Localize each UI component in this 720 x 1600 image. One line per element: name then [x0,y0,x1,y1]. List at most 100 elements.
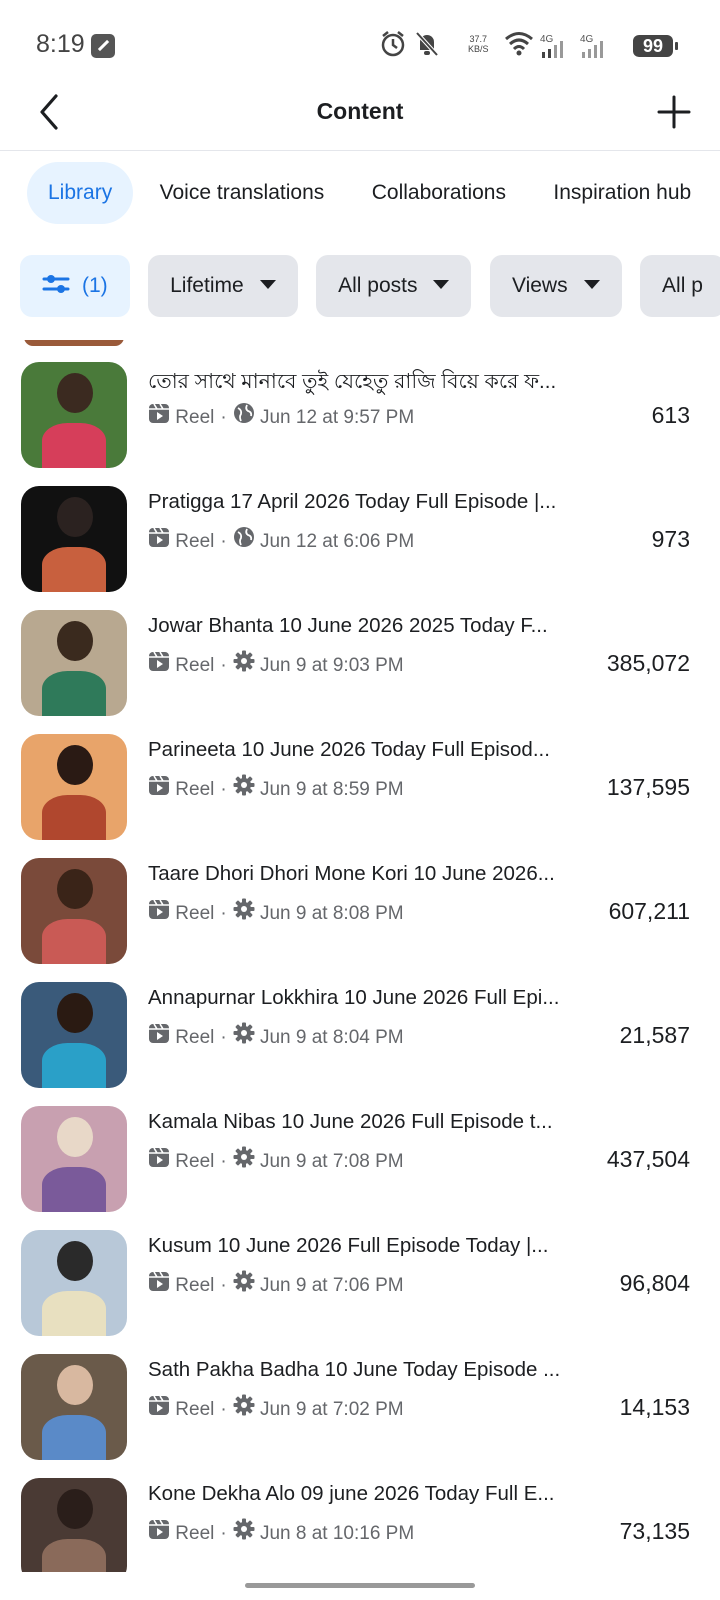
thumbnail-figure [57,1240,94,1281]
thumbnail-figure [42,795,106,840]
list-item[interactable]: Kusum 10 June 2026 Full Episode Today |.… [0,1230,720,1340]
thumbnail-figure [57,496,94,537]
thumbnail-figure [42,1291,106,1336]
post-thumbnail[interactable] [21,734,127,840]
list-item[interactable]: Taare Dhori Dhori Mone Kori 10 June 2026… [0,858,720,968]
post-thumbnail[interactable] [21,362,127,468]
post-date: Jun 12 at 6:06 PM [259,531,415,553]
tab-inspiration-hub[interactable]: Inspiration hub [532,162,712,224]
separator-dot: · [220,1523,227,1545]
post-title: তোর সাথে মানাবে তুই যেহেতু রাজি বিয়ে কর… [148,370,557,393]
date-range-label: Lifetime [170,274,244,297]
post-title: Pratigga 17 April 2026 Today Full Episod… [148,490,557,513]
reel-icon [148,1518,170,1546]
reel-icon [148,526,170,554]
thumbnail-figure [42,1043,106,1088]
sliders-icon [42,275,70,294]
tab-voice-translations[interactable]: Voice translations [139,162,346,224]
caret-down-icon [583,279,600,289]
post-type: Reel [175,407,215,429]
thumbnail-figure [57,620,94,661]
post-thumbnail[interactable] [21,1478,127,1572]
status-time: 8:19 [36,30,85,58]
post-thumbnail[interactable] [21,1230,127,1336]
thumbnail-figure [42,423,106,468]
metric-dropdown[interactable]: Views [489,255,622,317]
content-list: তোর সাথে মানাবে তুই যেহেতু রাজি বিয়ে কর… [0,340,720,1572]
list-item[interactable]: Jowar Bhanta 10 June 2026 2025 Today F..… [0,610,720,720]
top-app-bar: Content [0,90,720,151]
reel-icon [148,650,170,678]
post-thumbnail[interactable] [21,1354,127,1460]
post-date: Jun 9 at 8:08 PM [259,903,404,925]
post-thumbnail[interactable] [21,486,127,592]
separator-dot: · [220,1151,227,1173]
wifi-icon [505,32,533,56]
separator-dot: · [220,779,227,801]
signal-icon [582,41,603,58]
tab-library[interactable]: Library [27,162,134,224]
list-item[interactable]: Kamala Nibas 10 June 2026 Full Episode t… [0,1106,720,1216]
post-date: Jun 8 at 10:16 PM [259,1523,415,1545]
post-meta: Reel · Jun 9 at 8:59 PM [148,774,404,804]
status-bar: 8:19 37.7 KB/S 4G 4G 99 [0,0,720,90]
post-meta: Reel · Jun 9 at 8:08 PM [148,898,404,928]
post-title: Kamala Nibas 10 June 2026 Full Episode t… [148,1110,553,1133]
reel-icon [148,898,170,926]
gear-icon [233,1022,255,1050]
post-meta: Reel · Jun 9 at 7:08 PM [148,1146,404,1176]
filter-button[interactable]: (1) [20,255,130,317]
list-item[interactable]: Sath Pakha Badha 10 June Today Episode .… [0,1354,720,1464]
post-views: 14,153 [619,1394,690,1420]
reel-icon [148,1146,170,1174]
post-type: Reel [175,1275,215,1297]
list-item[interactable]: তোর সাথে মানাবে তুই যেহেতু রাজি বিয়ে কর… [0,362,720,472]
post-type-dropdown[interactable]: All posts [316,255,472,317]
post-type: Reel [175,531,215,553]
post-meta: Reel · Jun 8 at 10:16 PM [148,1518,415,1548]
battery-indicator: 99 [633,35,678,57]
post-type: Reel [175,1399,215,1421]
add-icon[interactable] [656,94,692,130]
list-item[interactable]: Parineeta 10 June 2026 Today Full Episod… [0,734,720,844]
post-title: Kone Dekha Alo 09 june 2026 Today Full E… [148,1482,555,1505]
post-views: 973 [651,526,690,552]
post-views: 607,211 [608,898,690,924]
post-views: 73,135 [619,1518,690,1544]
reel-icon [148,1270,170,1298]
post-type: Reel [175,779,215,801]
alarm-icon [381,31,405,57]
home-indicator[interactable] [245,1583,475,1588]
post-meta: Reel · Jun 12 at 9:57 PM [148,402,414,432]
list-item[interactable]: Annapurnar Lokkhira 10 June 2026 Full Ep… [0,982,720,1092]
post-date: Jun 9 at 7:08 PM [259,1151,404,1173]
post-title: Kusum 10 June 2026 Full Episode Today |.… [148,1234,549,1257]
reel-icon [148,1394,170,1422]
gear-icon [233,1394,255,1422]
post-type: Reel [175,903,215,925]
post-views: 613 [651,402,690,428]
tab-collaborations[interactable]: Collaborations [351,162,527,224]
separator-dot: · [220,407,227,429]
separator-dot: · [220,531,227,553]
post-views: 21,587 [619,1022,690,1048]
post-thumbnail[interactable] [21,610,127,716]
partial-thumbnail [24,340,124,346]
post-thumbnail[interactable] [21,858,127,964]
list-item[interactable]: Kone Dekha Alo 09 june 2026 Today Full E… [0,1478,720,1572]
filter-count: (1) [82,274,108,297]
separator-dot: · [220,1399,227,1421]
date-range-dropdown[interactable]: Lifetime [148,255,298,317]
reel-icon [148,402,170,430]
post-thumbnail[interactable] [21,1106,127,1212]
post-thumbnail[interactable] [21,982,127,1088]
thumbnail-figure [42,1167,106,1212]
bell-muted-icon [415,31,439,57]
separator-dot: · [220,1275,227,1297]
post-type: Reel [175,1523,215,1545]
more-filter-dropdown[interactable]: All p [640,255,720,317]
list-item[interactable]: Pratigga 17 April 2026 Today Full Episod… [0,486,720,596]
thumbnail-figure [42,547,106,592]
gear-icon [233,1270,255,1298]
post-meta: Reel · Jun 9 at 8:04 PM [148,1022,404,1052]
